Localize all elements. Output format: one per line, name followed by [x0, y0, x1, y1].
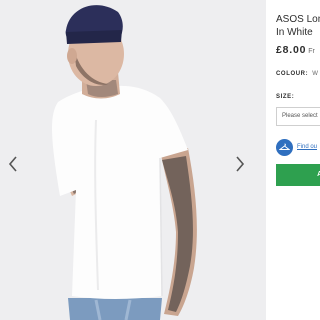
product-details-panel: ASOS Lon In White £8.00 Fr COLOUR: W SIZE:…	[266, 0, 320, 320]
chevron-right-icon	[236, 156, 245, 172]
size-select[interactable]: Please select	[276, 107, 320, 126]
colour-label: COLOUR:	[276, 71, 309, 77]
product-title-line: In White	[276, 27, 313, 38]
price-suffix: Fr	[308, 48, 315, 55]
product-title-line: ASOS Lon	[276, 14, 320, 25]
add-to-bag-button[interactable]: AD	[276, 164, 320, 186]
gallery-prev-button[interactable]	[8, 155, 22, 177]
chevron-left-icon	[8, 156, 17, 172]
product-image-gallery	[0, 0, 266, 320]
find-fit-link[interactable]: Find ou	[297, 144, 317, 150]
price-value: £8.00	[276, 44, 307, 56]
size-label: SIZE:	[276, 94, 295, 100]
gallery-next-button[interactable]	[235, 155, 249, 177]
hanger-icon	[276, 138, 293, 156]
size-select-placeholder: Please select	[282, 113, 318, 119]
product-price: £8.00 Fr	[276, 44, 315, 56]
product-photo	[0, 0, 266, 320]
colour-value: W	[312, 71, 319, 77]
product-title: ASOS Lon In White	[276, 13, 320, 39]
fit-assistant[interactable]: Find ou	[276, 138, 317, 156]
colour-row: COLOUR: W	[276, 71, 318, 77]
